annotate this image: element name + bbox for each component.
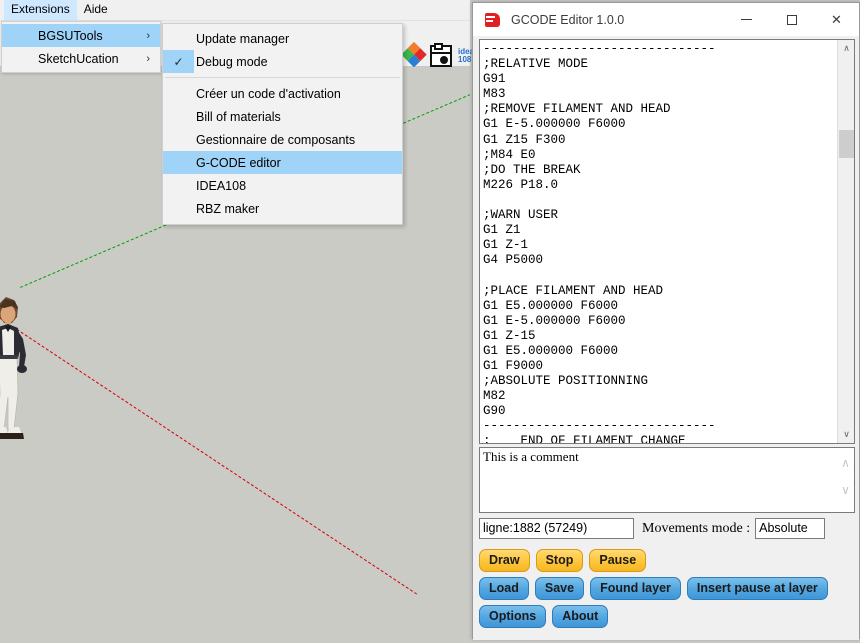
menubar-item-aide[interactable]: Aide (77, 0, 115, 20)
submenu-item-update-manager-label: Update manager (196, 31, 290, 46)
about-button[interactable]: About (552, 605, 609, 628)
menubar-item-extensions[interactable]: Extensions (4, 0, 77, 20)
comment-scroll-down-icon[interactable]: ∨ (837, 481, 854, 498)
menu-check-gutter (163, 128, 194, 151)
submenu-item-gcode-editor[interactable]: G-CODE editor (163, 151, 402, 174)
status-row: ligne:1882 (57249) Movements mode : Abso… (479, 518, 855, 539)
bgsutools-submenu[interactable]: Update manager ✓ Debug mode Créer un cod… (162, 23, 403, 225)
close-icon[interactable]: ✕ (814, 3, 859, 36)
menu-bar: Extensions Aide (0, 0, 470, 21)
gcode-window-titlebar[interactable]: GCODE Editor 1.0.0 ✕ (473, 3, 859, 37)
stop-button[interactable]: Stop (535, 549, 584, 572)
movements-mode-label: Movements mode : (642, 520, 751, 536)
menu-separator (165, 77, 400, 78)
action-button-row-1: Draw Stop Pause (479, 549, 855, 572)
comment-text-content[interactable]: This is a comment (480, 448, 837, 512)
submenu-item-creer-code-activation-label: Créer un code d'activation (196, 86, 341, 101)
submenu-item-idea108-label: IDEA108 (196, 178, 247, 193)
gcode-editor-window[interactable]: GCODE Editor 1.0.0 ✕ -------------------… (472, 2, 860, 640)
action-button-row-3: Options About (479, 605, 855, 628)
checkmark-icon: ✓ (163, 50, 194, 73)
menu-check-gutter (163, 82, 194, 105)
submenu-item-gestionnaire-composants-label: Gestionnaire de composants (196, 132, 356, 147)
options-button[interactable]: Options (479, 605, 547, 628)
extensions-dropdown-menu[interactable]: BGSUTools › SketchUcation › (1, 21, 161, 73)
submenu-item-idea108[interactable]: IDEA108 (163, 174, 402, 197)
menu-check-gutter (163, 197, 194, 220)
found-layer-button[interactable]: Found layer (590, 577, 681, 600)
submenu-item-gestionnaire-composants[interactable]: Gestionnaire de composants (163, 128, 402, 151)
line-number-field[interactable]: ligne:1882 (57249) (479, 518, 634, 539)
submenu-item-rbz-maker-label: RBZ maker (196, 201, 260, 216)
submenu-item-gcode-editor-label: G-CODE editor (196, 155, 281, 170)
comment-scroll-up-icon[interactable]: ∧ (837, 454, 854, 471)
menu-check-gutter (163, 105, 194, 128)
action-button-rows: Draw Stop Pause Load Save Found layer In… (479, 549, 855, 633)
sketchucation-diamond-icon[interactable] (400, 41, 428, 70)
gcode-window-body: ------------------------------- ;RELATIV… (473, 37, 859, 640)
component-manager-icon[interactable] (430, 43, 452, 67)
pause-button[interactable]: Pause (589, 549, 647, 572)
submenu-item-creer-code-activation[interactable]: Créer un code d'activation (163, 82, 402, 105)
sketchup-default-person (0, 297, 27, 439)
chevron-right-icon: › (146, 52, 150, 65)
menu-item-bgsutools[interactable]: BGSUTools › (2, 24, 160, 47)
insert-pause-at-layer-button[interactable]: Insert pause at layer (686, 577, 828, 600)
menu-check-gutter (163, 27, 194, 50)
menu-item-bgsutools-label: BGSUTools (38, 28, 103, 43)
gcode-text-content[interactable]: ------------------------------- ;RELATIV… (480, 40, 837, 443)
scroll-up-icon[interactable]: ∧ (838, 40, 855, 57)
sketchup-logo-icon (485, 11, 501, 29)
submenu-item-bill-of-materials-label: Bill of materials (196, 109, 281, 124)
toolbar-right-icon-group: idea 108 (401, 41, 474, 68)
action-button-row-2: Load Save Found layer Insert pause at la… (479, 577, 855, 600)
minimize-button[interactable] (724, 3, 769, 36)
submenu-item-debug-mode[interactable]: ✓ Debug mode (163, 50, 402, 73)
movements-mode-field[interactable]: Absolute (755, 518, 826, 539)
comment-textarea[interactable]: This is a comment ∧ ∨ (479, 447, 855, 513)
gcode-text-editor[interactable]: ------------------------------- ;RELATIV… (479, 39, 855, 444)
scrollbar-thumb[interactable] (839, 130, 854, 158)
scroll-down-icon[interactable]: ∨ (838, 426, 855, 443)
gcode-window-title: GCODE Editor 1.0.0 (511, 12, 625, 27)
menu-check-gutter (163, 151, 194, 174)
draw-button[interactable]: Draw (479, 549, 530, 572)
comment-scrollbar[interactable]: ∧ ∨ (837, 448, 854, 512)
red-axis-line (0, 315, 418, 595)
menu-item-sketchucation-label: SketchUcation (38, 51, 119, 66)
gcode-editor-scrollbar[interactable]: ∧ ∨ (837, 40, 854, 443)
maximize-button[interactable] (769, 3, 814, 36)
menu-item-sketchucation[interactable]: SketchUcation › (2, 47, 160, 70)
submenu-item-debug-mode-label: Debug mode (196, 54, 268, 69)
load-button[interactable]: Load (479, 577, 529, 600)
menu-check-gutter (163, 174, 194, 197)
submenu-item-update-manager[interactable]: Update manager (163, 27, 402, 50)
submenu-item-bill-of-materials[interactable]: Bill of materials (163, 105, 402, 128)
save-button[interactable]: Save (534, 577, 585, 600)
submenu-item-rbz-maker[interactable]: RBZ maker (163, 197, 402, 220)
chevron-right-icon: › (146, 29, 150, 42)
